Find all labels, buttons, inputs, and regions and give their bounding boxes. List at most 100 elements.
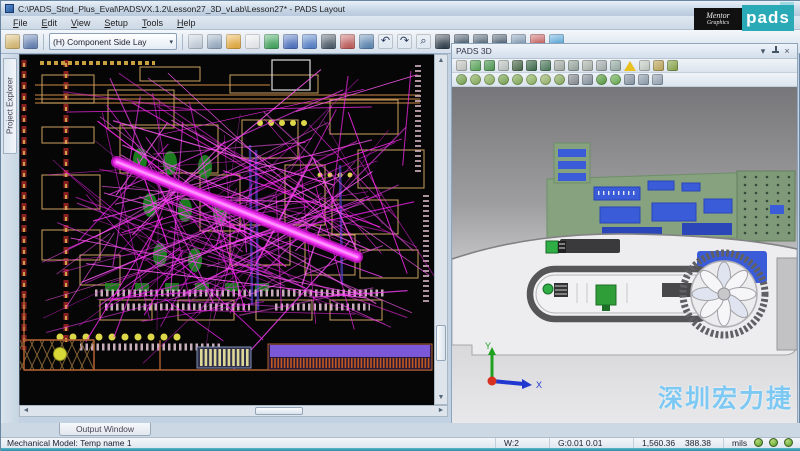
- filter-net-icon[interactable]: [435, 34, 450, 49]
- status-bar: Mechanical Model: Temp name 1 W:2 G:0.01…: [1, 437, 800, 448]
- orbit-arrow-icon-3[interactable]: [652, 74, 663, 85]
- redraw-icon[interactable]: [207, 34, 222, 49]
- hscroll-thumb[interactable]: [255, 407, 303, 415]
- menu-item-file[interactable]: File: [7, 17, 34, 29]
- pcb-3d-drawing[interactable]: YX: [452, 87, 797, 423]
- panel-menu-icon[interactable]: ▾: [757, 45, 769, 58]
- route-icon[interactable]: [340, 34, 355, 49]
- menu-item-setup[interactable]: Setup: [98, 17, 134, 29]
- pads-3d-viewport[interactable]: YX 深圳宏力捷: [452, 87, 797, 423]
- close-icon[interactable]: ×: [781, 45, 793, 58]
- scroll-down-icon[interactable]: ▼: [435, 392, 447, 404]
- status-ok-indicator[interactable]: [769, 438, 778, 447]
- mentor-logo-line2: Graphics: [707, 20, 729, 26]
- orbit-arrow-icon-1[interactable]: [624, 74, 635, 85]
- scroll-up-icon[interactable]: ▲: [435, 55, 447, 67]
- redo-icon[interactable]: ↷: [397, 34, 412, 49]
- iso-view-icon-2[interactable]: [470, 74, 481, 85]
- grid-dots-icon[interactable]: [568, 74, 579, 85]
- scroll-right-icon[interactable]: ►: [435, 406, 447, 416]
- vertical-scrollbar[interactable]: ▲ ▼: [434, 54, 448, 405]
- shaded-view-icon[interactable]: [512, 60, 523, 71]
- mentor-graphics-logo: Mentor Graphics: [694, 8, 742, 30]
- pads-3d-toolbar-row2: [452, 73, 797, 87]
- pcb-2d-canvas[interactable]: [19, 54, 434, 405]
- zoom-icon[interactable]: ⌕: [416, 34, 431, 49]
- save-icon[interactable]: [23, 34, 38, 49]
- reload-model-icon[interactable]: [610, 74, 621, 85]
- pads-3d-header[interactable]: PADS 3D ▾ ×: [452, 44, 797, 59]
- refresh-model-icon[interactable]: [596, 74, 607, 85]
- horizontal-scrollbar[interactable]: ◄ ►: [19, 405, 448, 417]
- status-grid: G:0.01 0.01: [549, 438, 602, 448]
- zoom-fit-icon[interactable]: [568, 60, 579, 71]
- measure-icon[interactable]: [582, 60, 593, 71]
- status-coord-y: 388.38: [685, 438, 711, 448]
- app-icon: [5, 4, 14, 13]
- pads-3d-panel: PADS 3D ▾ × YX 深圳宏力捷: [451, 43, 798, 423]
- status-units: mils: [723, 438, 747, 448]
- clipboard-icon[interactable]: [245, 34, 260, 49]
- left-rail: Project Explorer: [1, 54, 19, 423]
- rotate-view-icon[interactable]: [470, 60, 481, 71]
- grid-icon[interactable]: [283, 34, 298, 49]
- solid-view-icon[interactable]: [526, 60, 537, 71]
- move-icon[interactable]: [359, 34, 374, 49]
- new-window-icon[interactable]: [188, 34, 203, 49]
- photo-view-icon[interactable]: [321, 34, 336, 49]
- zoom-window-icon[interactable]: [554, 60, 565, 71]
- toolbar-separator: [182, 34, 183, 50]
- back-view-icon[interactable]: [526, 74, 537, 85]
- undo-icon[interactable]: ↶: [378, 34, 393, 49]
- menu-bar: FileEditViewSetupToolsHelp: [1, 16, 800, 30]
- measure-point-icon[interactable]: [596, 60, 607, 71]
- menu-item-edit[interactable]: Edit: [36, 17, 64, 29]
- menu-item-tools[interactable]: Tools: [136, 17, 169, 29]
- menu-item-view[interactable]: View: [65, 17, 96, 29]
- spin-view-icon[interactable]: [484, 60, 495, 71]
- pcb-layout-drawing[interactable]: [20, 55, 435, 406]
- menu-item-help[interactable]: Help: [171, 17, 202, 29]
- pin-icon[interactable]: [769, 45, 781, 58]
- vscroll-thumb[interactable]: [436, 325, 446, 361]
- board-outline-icon[interactable]: [226, 34, 241, 49]
- select-icon[interactable]: [456, 60, 467, 71]
- open-view-icon[interactable]: [498, 60, 509, 71]
- orbit-arrow-icon-2[interactable]: [638, 74, 649, 85]
- front-view-icon[interactable]: [512, 74, 523, 85]
- status-message: Mechanical Model: Temp name 1: [7, 438, 132, 448]
- pads-3d-title: PADS 3D: [456, 46, 757, 56]
- status-coord-x: 1,560.36: [633, 438, 675, 448]
- dfa-warning-icon[interactable]: [624, 61, 636, 71]
- export-step-icon[interactable]: [653, 60, 664, 71]
- bottom-tab-row: Output Window: [1, 423, 800, 437]
- top-view-icon[interactable]: [484, 74, 495, 85]
- watermark-text: 深圳宏力捷: [658, 379, 793, 415]
- status-ok-indicator[interactable]: [784, 438, 793, 447]
- pads-3d-toolbar-row1: [452, 59, 797, 73]
- left-view-icon[interactable]: [540, 74, 551, 85]
- svg-text:Y: Y: [485, 341, 491, 351]
- brand-logo: Mentor Graphics pads: [694, 5, 794, 31]
- open-icon[interactable]: [5, 34, 20, 49]
- design-toolbar-icon[interactable]: [302, 34, 317, 49]
- pointer-icon[interactable]: [582, 74, 593, 85]
- right-view-icon[interactable]: [554, 74, 565, 85]
- project-explorer-tab[interactable]: Project Explorer: [3, 58, 17, 154]
- layer-dropdown-value: (H) Component Side Lay: [53, 37, 166, 47]
- snapshot-icon[interactable]: [639, 60, 650, 71]
- file-icon-group: [5, 34, 38, 49]
- eco-mode-icon[interactable]: [264, 34, 279, 49]
- title-bar[interactable]: C:\PADS_Stnd_Plus_Eval\PADSVX.1.2\Lesson…: [1, 1, 800, 16]
- export-3d-icon[interactable]: [667, 60, 678, 71]
- window-title: C:\PADS_Stnd_Plus_Eval\PADSVX.1.2\Lesson…: [18, 4, 345, 14]
- transparent-view-icon[interactable]: [540, 60, 551, 71]
- layer-dropdown[interactable]: (H) Component Side Lay ▾: [49, 33, 177, 50]
- scroll-left-icon[interactable]: ◄: [20, 406, 32, 416]
- align-icon[interactable]: [610, 60, 621, 71]
- status-ok-indicator[interactable]: [754, 438, 763, 447]
- iso-view-icon-1[interactable]: [456, 74, 467, 85]
- pads-layout-window: C:\PADS_Stnd_Plus_Eval\PADSVX.1.2\Lesson…: [0, 0, 800, 450]
- bottom-view-icon[interactable]: [498, 74, 509, 85]
- output-window-tab[interactable]: Output Window: [59, 423, 151, 436]
